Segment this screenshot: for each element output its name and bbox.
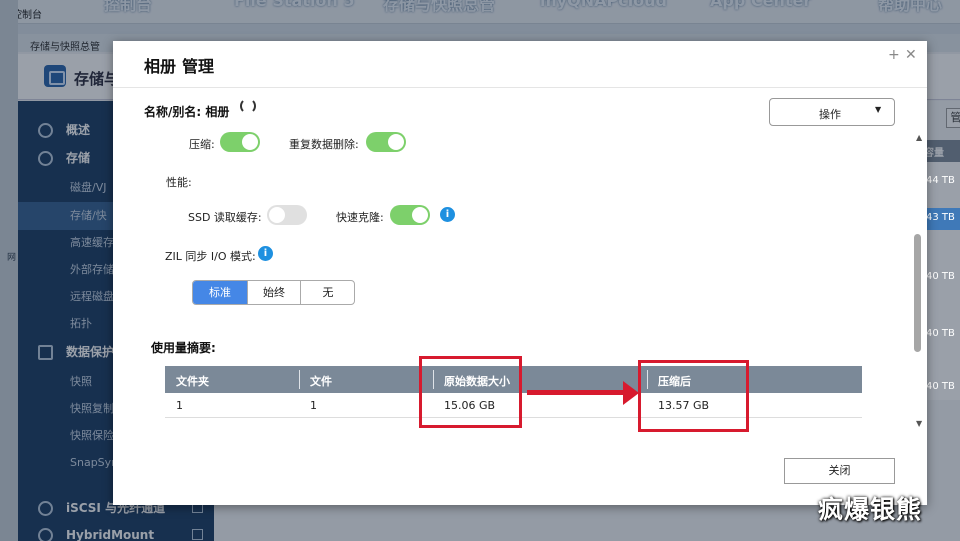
- highlight-original-size: [419, 356, 522, 428]
- info-icon[interactable]: i: [440, 207, 455, 222]
- capacity-cell: 44 TB: [926, 175, 955, 186]
- arrow-line: [527, 390, 625, 395]
- folders-value: 1: [176, 399, 183, 412]
- zil-mode-standard[interactable]: 标准: [193, 281, 247, 304]
- ssd-cache-toggle[interactable]: [267, 205, 307, 225]
- compression-toggle[interactable]: [220, 132, 260, 152]
- scrollbar-thumb[interactable]: [914, 234, 921, 352]
- refresh-icon[interactable]: [240, 98, 256, 114]
- actions-button-label: 操作: [819, 108, 841, 121]
- folder-name-label: 名称/别名: 相册: [144, 105, 230, 119]
- capacity-cell: 40 TB: [926, 381, 955, 392]
- files-value: 1: [310, 399, 317, 412]
- capacity-cell: 40 TB: [926, 271, 955, 282]
- usage-summary-title: 使用量摘要:: [151, 341, 216, 355]
- info-icon[interactable]: i: [258, 246, 273, 261]
- dialog-title-main: 相册: [144, 57, 177, 76]
- manage-dialog: 相册 管理 + ✕ 名称/别名: 相册 操作 ▼ 压缩: 重复数据删除: 性能: …: [113, 41, 927, 505]
- scroll-down-icon[interactable]: ▼: [916, 419, 922, 428]
- scroll-up-icon[interactable]: ▲: [916, 133, 922, 142]
- ssd-cache-label: SSD 读取缓存:: [188, 211, 262, 224]
- arrow-right-icon: [623, 381, 639, 405]
- dialog-title: 相册 管理: [144, 53, 220, 77]
- watermark-text: 疯爆银熊: [818, 495, 923, 524]
- caret-down-icon: ▼: [875, 105, 882, 114]
- dialog-title-sub: 管理: [182, 57, 215, 76]
- dedup-toggle[interactable]: [366, 132, 406, 152]
- zil-mode-always[interactable]: 始终: [247, 281, 300, 304]
- fast-clone-toggle[interactable]: [390, 205, 430, 225]
- column-divider: [299, 370, 300, 389]
- actions-button[interactable]: 操作 ▼: [769, 98, 895, 126]
- zil-mode-segmented: 标准 始终 无: [192, 280, 355, 305]
- col-files: 文件: [310, 375, 332, 388]
- highlight-compressed-size: [638, 360, 749, 432]
- dedup-label: 重复数据删除:: [289, 138, 359, 151]
- zil-label: ZIL 同步 I/O 模式:: [165, 250, 256, 263]
- close-icon[interactable]: ✕: [905, 47, 917, 63]
- compression-label: 压缩:: [189, 138, 215, 151]
- capacity-cell: 43 TB: [926, 212, 955, 223]
- col-folders: 文件夹: [176, 375, 209, 388]
- capacity-cell: 40 TB: [926, 328, 955, 339]
- fast-clone-label: 快速克隆:: [336, 211, 384, 224]
- zil-mode-none[interactable]: 无: [300, 281, 354, 304]
- maximize-icon[interactable]: +: [888, 47, 900, 63]
- close-button[interactable]: 关闭: [784, 458, 895, 484]
- performance-label: 性能:: [166, 176, 192, 189]
